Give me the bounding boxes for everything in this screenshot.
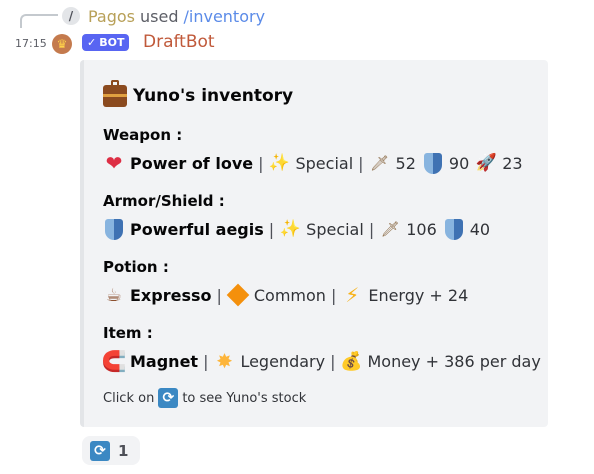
special-star-icon: ✨ (268, 153, 291, 173)
field-item-value: 🧲 Magnet | ✸ Legendary | 💰 Money + 386 p… (101, 349, 541, 373)
field-potion-name: Potion : (103, 258, 169, 276)
dagger-icon: 🗡 (370, 154, 390, 172)
check-icon: ✓ (87, 36, 97, 49)
separator: | (258, 153, 264, 173)
bot-badge: ✓ BOT (82, 34, 130, 51)
weapon-speed: 23 (502, 153, 523, 173)
briefcase-icon (103, 80, 127, 107)
magnet-icon: 🧲 (101, 349, 127, 373)
item-item-name: Magnet (130, 351, 199, 371)
armor-attack: 106 (406, 219, 437, 239)
weapon-item-name: Power of love (130, 153, 254, 173)
common-diamond-icon (226, 283, 250, 307)
reply-command[interactable]: /inventory (184, 7, 266, 26)
author-name[interactable]: DraftBot (143, 32, 215, 52)
reaction-count: 1 (118, 441, 129, 460)
reply-reference[interactable]: / Pagos used /inventory (62, 5, 265, 27)
refresh-icon: ⟳ (90, 440, 110, 461)
armor-rarity: Special (306, 219, 364, 239)
footer-text-before: Click on (103, 390, 155, 406)
special-star-icon: ✨ (279, 219, 301, 239)
separator: | (216, 285, 222, 305)
field-potion-value: ☕ Expresso | Common | ⚡ Energy + 24 (103, 283, 469, 307)
embed-title-text: Yuno's inventory (133, 86, 294, 106)
field-item-name: Item : (103, 324, 153, 342)
item-rarity: Legendary (240, 351, 326, 371)
potion-rarity: Common (253, 285, 326, 305)
legendary-star-icon: ✸ (216, 349, 233, 373)
shield-icon (103, 218, 125, 240)
separator: | (358, 153, 364, 173)
slash-command-icon: / (62, 7, 80, 25)
reply-username[interactable]: Pagos (88, 7, 135, 26)
reply-spine (20, 14, 58, 28)
refresh-icon: ⟳ (158, 388, 179, 408)
message-timestamp[interactable]: 17:15 (15, 37, 47, 50)
coffee-icon: ☕ (105, 284, 123, 306)
weapon-rarity: Special (295, 153, 354, 173)
footer-text-after: to see Yuno's stock (182, 390, 307, 406)
lightning-icon: ⚡ (345, 283, 360, 307)
separator: | (203, 351, 209, 371)
separator: | (368, 219, 375, 239)
field-armor-value: Powerful aegis | ✨ Special | 🗡 106 40 (103, 218, 490, 240)
shield-icon (422, 152, 444, 174)
bot-badge-label: BOT (99, 36, 125, 49)
money-bag-icon: 💰 (340, 350, 363, 372)
inventory-embed: Yuno's inventory Weapon : ❤ Power of lov… (80, 60, 548, 427)
weapon-attack: 52 (395, 153, 416, 173)
field-weapon-value: ❤ Power of love | ✨ Special | 🗡 52 90 🚀 … (103, 151, 523, 175)
embed-title: Yuno's inventory (103, 80, 294, 107)
separator: | (268, 219, 275, 239)
shield-icon (443, 218, 465, 240)
rocket-icon: 🚀 (475, 153, 497, 173)
weapon-defense: 90 (448, 153, 470, 173)
embed-footer: Click on ⟳ to see Yuno's stock (103, 388, 306, 408)
item-effect: Money + 386 per day (367, 351, 541, 371)
reaction-button[interactable]: ⟳ 1 (82, 436, 140, 465)
message-header: 17:15 ♛ ✓ BOT DraftBot (0, 32, 594, 55)
dagger-icon: 🗡 (380, 220, 400, 238)
separator: | (330, 285, 337, 305)
field-weapon-name: Weapon : (103, 126, 183, 144)
potion-effect: Energy + 24 (368, 285, 469, 305)
separator: | (330, 351, 336, 371)
armor-item-name: Powerful aegis (130, 219, 264, 239)
author-avatar[interactable]: ♛ (52, 34, 72, 54)
field-armor-name: Armor/Shield : (103, 192, 225, 210)
armor-defense: 40 (469, 219, 491, 239)
reply-used-text: used (140, 6, 179, 26)
potion-item-name: Expresso (130, 285, 212, 305)
heart-icon: ❤ (105, 151, 123, 175)
